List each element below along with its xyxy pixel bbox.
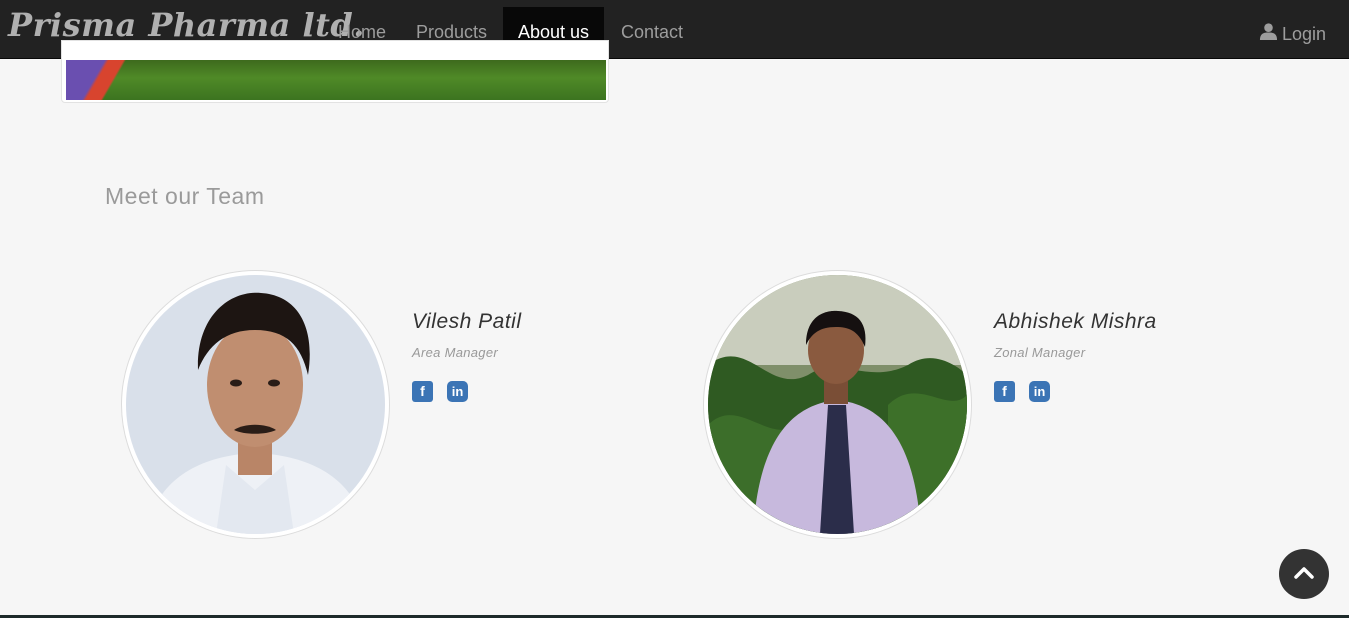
member-social-links: f in	[412, 381, 468, 402]
member-role: Zonal Manager	[994, 345, 1086, 360]
member-name: Abhishek Mishra	[994, 310, 1157, 333]
chevron-up-icon	[1294, 565, 1314, 584]
team-section-title: Meet our Team	[105, 183, 265, 209]
linkedin-icon[interactable]: in	[447, 381, 468, 402]
member-social-links: f in	[994, 381, 1050, 402]
facebook-icon[interactable]: f	[412, 381, 433, 402]
user-icon	[1259, 22, 1278, 46]
member-photo	[121, 270, 390, 539]
linkedin-icon[interactable]: in	[1029, 381, 1050, 402]
facebook-icon[interactable]: f	[994, 381, 1015, 402]
member-photo	[703, 270, 972, 539]
hero-image	[66, 60, 606, 100]
hero-image-frame	[61, 40, 609, 103]
login-link[interactable]: Login	[1259, 22, 1326, 46]
back-to-top-button[interactable]	[1279, 549, 1329, 599]
team-member-card: Vilesh Patil Area Manager f in	[121, 270, 681, 540]
member-name: Vilesh Patil	[412, 310, 522, 333]
team-member-card: Abhishek Mishra Zonal Manager f in	[703, 270, 1263, 540]
nav-contact[interactable]: Contact	[606, 7, 698, 59]
member-role: Area Manager	[412, 345, 498, 360]
login-label: Login	[1281, 23, 1326, 44]
